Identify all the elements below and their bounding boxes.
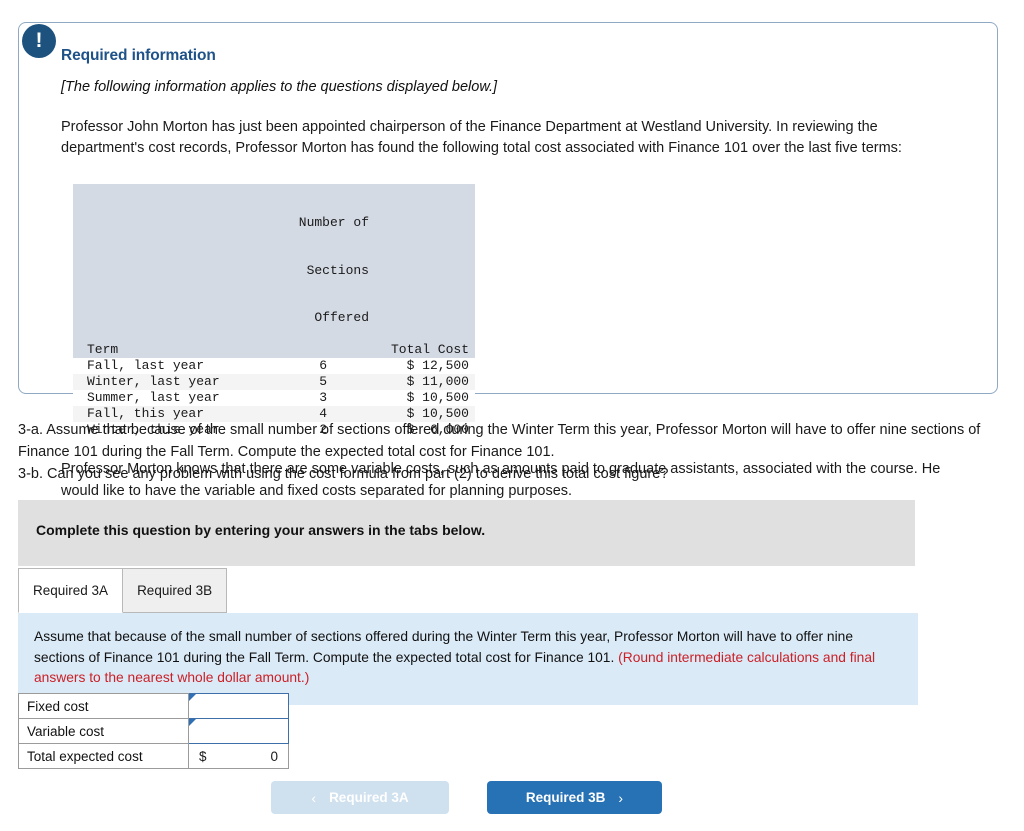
previous-requirement-button[interactable]: ‹ Required 3A [271,781,449,814]
table-row: Fall, last year 6 $ 12,500 [73,358,475,375]
scenario-paragraph-top: Professor John Morton has just been appo… [61,119,902,157]
column-header-sections-line3: Offered [314,310,369,325]
previous-requirement-label: Required 3A [329,790,409,805]
cost-history-table-head: Term Number of Sections Offered Total Co… [73,183,475,359]
exclamation-icon: ! [22,24,56,58]
cell-marker-icon [189,694,196,701]
chevron-left-icon: ‹ [311,789,317,806]
table-row: Variable cost [18,718,289,744]
cell-cost: $ 12,500 [406,358,469,374]
answer-label-fixed-cost: Fixed cost [18,693,189,719]
cell-term: Winter, last year [87,374,220,390]
cell-cost: $ 11,000 [406,374,469,390]
question-line-3a: 3-a. Assume that because of the small nu… [18,422,981,460]
requirement-navigation: ‹ Required 3A Required 3B › [271,781,662,814]
required-information-panel: ! Required information [The following in… [18,22,998,499]
question-line-3b: 3-b. Can you see any problem with using … [18,465,669,482]
answer-entry-table-body: Fixed cost Variable cost Total expected … [18,693,289,769]
table-row: Total expected cost $ 0 [18,743,289,769]
total-expected-cost-cell: $ 0 [188,743,289,769]
requirement-tabs: Required 3A Required 3B [18,568,228,613]
required-information-subtitle: [The following information applies to th… [61,79,498,95]
column-header-term: Term [87,341,119,357]
cost-history-header-row: Term Number of Sections Offered Total Co… [73,183,475,359]
table-row: Winter, last year 5 $ 11,000 [73,374,475,390]
complete-question-text: Complete this question by entering your … [36,522,486,538]
total-currency-symbol: $ [199,748,207,764]
next-requirement-button[interactable]: Required 3B › [487,781,662,814]
column-header-sections-line1: Number of [298,215,369,231]
column-header-sections-offered: Number of Sections Offered [257,184,369,359]
cell-marker-icon [189,719,196,726]
cell-term: Fall, last year [87,358,205,374]
tab-required-3b-label: Required 3B [137,583,213,598]
total-expected-cost-value: 0 [270,748,278,764]
cost-history-table: Term Number of Sections Offered Total Co… [73,183,475,438]
required-information-heading: Required information [61,47,216,64]
tab-required-3b[interactable]: Required 3B [122,568,228,613]
table-row: Fixed cost [18,693,289,719]
total-expected-cost-inner: $ 0 [189,744,288,768]
cell-term: Summer, last year [87,389,220,405]
variable-cost-input-cell[interactable] [188,718,289,744]
cell-sections: 6 [319,358,327,374]
answer-label-total-expected-cost: Total expected cost [18,743,189,769]
table-row: Summer, last year 3 $ 10,500 [73,389,475,406]
tab-required-3a[interactable]: Required 3A [18,568,124,613]
chevron-right-icon: › [618,789,624,806]
next-requirement-label: Required 3B [525,790,606,805]
requirement-instruction-panel: Assume that because of the small number … [18,613,918,706]
complete-question-bar: Complete this question by entering your … [18,500,915,566]
column-header-total-cost: Total Cost [390,341,469,357]
question-prompt: 3-a. Assume that because of the small nu… [18,420,1008,485]
cell-sections: 3 [319,389,327,405]
column-header-sections-line2: Sections [306,262,369,278]
fixed-cost-input-cell[interactable] [188,693,289,719]
tab-required-3a-label: Required 3A [33,583,109,598]
answer-entry-table: Fixed cost Variable cost Total expected … [18,693,289,769]
answer-label-variable-cost: Variable cost [18,718,189,744]
cell-sections: 5 [319,374,327,390]
cell-cost: $ 10,500 [406,389,469,405]
